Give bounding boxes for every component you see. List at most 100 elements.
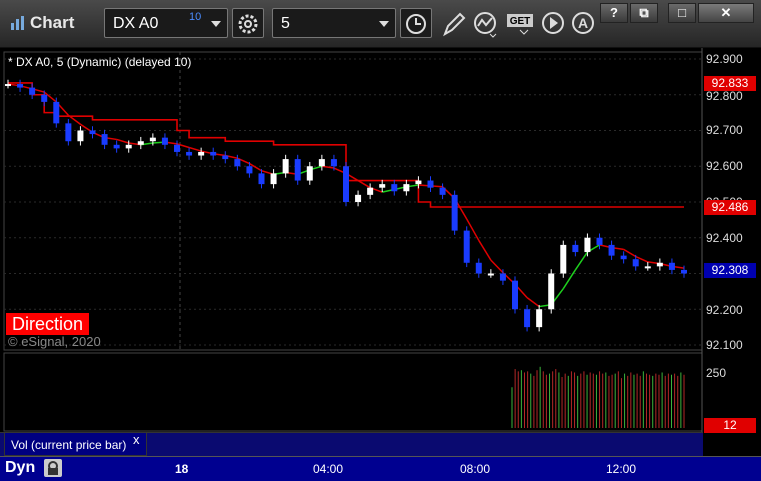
close-button[interactable]: ✕ — [698, 3, 754, 23]
pencil-draw-icon[interactable] — [440, 10, 468, 38]
time-tick: 04:00 — [313, 462, 344, 476]
price-bar — [186, 151, 193, 156]
symbol-superscript: 10 — [189, 11, 202, 23]
last-price-tag: 92.308 — [704, 263, 756, 278]
price-bar — [668, 262, 675, 270]
time-tick: 12:00 — [606, 462, 637, 476]
price-bar — [596, 237, 603, 245]
time-tick: 08:00 — [460, 462, 491, 476]
price-bar — [512, 280, 518, 310]
price-bar — [210, 151, 217, 156]
settings-gear-icon — [238, 14, 258, 34]
price-bar — [137, 141, 144, 145]
volume-label: Vol (current price bar) — [11, 438, 127, 452]
price-bar — [343, 166, 349, 202]
direction-label: Direction — [6, 313, 90, 335]
price-tick: 92.800 — [706, 89, 743, 103]
price-bar — [403, 184, 410, 192]
study-label: * DX A0, 5 (Dynamic) (delayed 10) — [8, 55, 192, 69]
price-bar — [475, 262, 482, 274]
price-bar — [101, 134, 108, 145]
get-label: GET — [510, 16, 531, 27]
interval-dropdown[interactable]: 5 — [272, 8, 396, 38]
price-bar — [620, 255, 627, 260]
price-bar — [560, 244, 567, 274]
price-bar — [427, 180, 434, 188]
symbol-dropdown[interactable]: DX A0 10 — [104, 8, 228, 38]
price-tick: 92.900 — [706, 52, 743, 66]
ma-segment — [526, 297, 540, 308]
symbol-text[interactable]: DX A0 — [113, 15, 158, 33]
price-bar — [29, 87, 36, 95]
ma-segment — [478, 240, 492, 261]
price-bar — [258, 173, 265, 185]
price-pane-border — [3, 51, 703, 351]
price-bar — [499, 273, 506, 281]
price-bar — [681, 269, 687, 274]
price-bar — [234, 159, 241, 167]
time-button[interactable] — [400, 8, 432, 38]
price-bar — [5, 84, 11, 87]
price-bar — [306, 166, 313, 181]
price-bar — [318, 159, 325, 167]
stop-price-tag: 92.833 — [704, 76, 756, 91]
time-tick: 18 — [175, 462, 189, 476]
price-bar — [41, 94, 48, 102]
price-bar — [536, 309, 543, 328]
auto-scale-icon[interactable]: A — [570, 10, 598, 38]
price-bar — [174, 144, 180, 152]
price-bar — [294, 159, 301, 181]
lock-icon[interactable] — [44, 459, 62, 477]
price-tick: 92.400 — [706, 231, 743, 245]
volume-tick: 250 — [706, 366, 727, 380]
price-bar — [463, 230, 470, 263]
study-indicator-icon[interactable] — [472, 10, 500, 38]
chevron-down-icon[interactable] — [379, 21, 389, 27]
price-bar — [198, 151, 205, 156]
get-data-icon[interactable]: GET — [506, 10, 536, 38]
restore-button[interactable]: ⧉ — [630, 3, 658, 23]
app-title: Chart — [30, 13, 75, 32]
price-bar — [270, 173, 277, 185]
price-tick: 92.600 — [706, 159, 743, 173]
price-bar — [17, 84, 24, 88]
price-bar — [524, 309, 531, 328]
dynamic-label[interactable]: Dyn — [5, 459, 35, 477]
price-bar — [584, 237, 591, 253]
price-bar — [65, 123, 72, 142]
clock-icon — [406, 14, 426, 34]
ma-segment — [116, 138, 129, 144]
chart-canvas[interactable] — [0, 48, 761, 456]
price-tick: 92.100 — [706, 338, 743, 352]
copyright-text: © eSignal, 2020 — [8, 334, 101, 349]
price-bar — [355, 194, 362, 202]
price-bar — [415, 180, 422, 185]
stop-price-tag: 92.486 — [704, 200, 756, 215]
price-tick: 92.200 — [706, 303, 743, 317]
price-bar — [608, 244, 615, 256]
play-icon[interactable] — [540, 10, 568, 38]
chart-app-icon — [10, 15, 26, 31]
ma-segment — [188, 146, 202, 152]
help-button[interactable]: ? — [600, 3, 628, 23]
settings-button[interactable] — [232, 8, 264, 38]
interval-text[interactable]: 5 — [281, 15, 290, 33]
price-bar — [53, 101, 60, 124]
maximize-button[interactable]: □ — [668, 3, 696, 23]
volume-tag: 12 — [704, 418, 756, 433]
auto-label: A — [578, 15, 588, 31]
price-bar — [222, 155, 229, 160]
ma-segment — [321, 165, 335, 169]
price-bar — [149, 137, 156, 142]
price-bar — [282, 159, 289, 174]
volume-pane-border — [3, 352, 703, 432]
chevron-down-icon[interactable] — [211, 21, 221, 27]
price-bar — [548, 273, 555, 310]
price-bar — [246, 166, 253, 174]
ma-segment — [490, 259, 504, 274]
price-bar — [439, 187, 446, 195]
ma-segment — [574, 251, 589, 271]
close-icon[interactable]: x — [133, 432, 140, 447]
ma-segment — [357, 179, 371, 189]
time-axis-bar — [0, 456, 761, 481]
